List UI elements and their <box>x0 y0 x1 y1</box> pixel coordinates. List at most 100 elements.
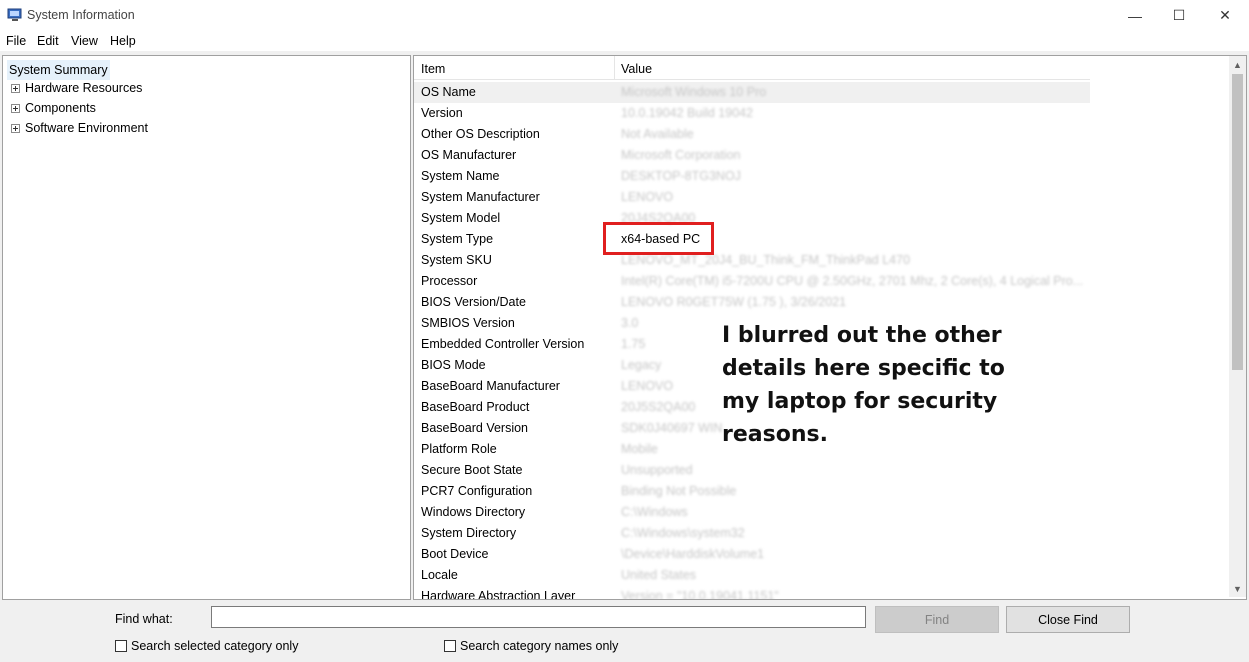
row-item-label: Version <box>421 106 463 120</box>
vertical-scrollbar[interactable]: ▲ ▼ <box>1229 56 1246 597</box>
row-item-label: Processor <box>421 274 478 288</box>
search-category-names-checkbox[interactable] <box>444 640 456 652</box>
table-row[interactable]: System Name DESKTOP-8TG3NOJ <box>414 166 1090 187</box>
search-category-names-option[interactable]: Search category names only <box>444 639 618 653</box>
menu-view[interactable]: View <box>71 34 98 48</box>
details-list: Item Value OS Name Microsoft Windows 10 P… <box>413 55 1247 600</box>
tree-item-system-summary[interactable]: System Summary <box>7 60 110 80</box>
system-information-icon <box>7 8 23 22</box>
row-value-blurred: United States <box>621 568 697 582</box>
row-item-label: System Manufacturer <box>421 190 540 204</box>
row-item-label: BaseBoard Version <box>421 421 529 435</box>
table-row[interactable]: Locale United States <box>414 565 1090 586</box>
row-value-blurred: Not Available <box>621 127 694 141</box>
table-row[interactable]: PCR7 Configuration Binding Not Possible <box>414 481 1090 502</box>
table-row[interactable]: Hardware Abstraction Layer Version = "10.… <box>414 586 1090 600</box>
tree-item-components[interactable]: Components <box>3 98 96 118</box>
row-item-label: Locale <box>421 568 458 582</box>
table-row[interactable]: BIOS Version/Date LENOVO R0GET75W (1.75 )… <box>414 292 1090 313</box>
row-value-blurred: 1.75 <box>621 337 646 351</box>
row-item-label: BIOS Version/Date <box>421 295 526 309</box>
scroll-up-arrow-icon[interactable]: ▲ <box>1229 56 1246 73</box>
column-divider[interactable] <box>614 56 615 79</box>
close-button[interactable]: ✕ <box>1202 0 1248 31</box>
row-value-blurred: Binding Not Possible <box>621 484 737 498</box>
row-item-label: PCR7 Configuration <box>421 484 533 498</box>
row-value-blurred: 20J5S2QA00 <box>621 400 696 414</box>
row-value-blurred: Version = "10.0.19041.1151" <box>621 589 779 600</box>
row-item-label: System Name <box>421 169 500 183</box>
tree-item-label: Software Environment <box>25 121 148 135</box>
find-what-label: Find what: <box>115 612 173 626</box>
table-row[interactable]: OS Manufacturer Microsoft Corporation <box>414 145 1090 166</box>
menu-edit[interactable]: Edit <box>37 34 59 48</box>
row-item-label: Embedded Controller Version <box>421 337 585 351</box>
row-value-blurred: Intel(R) Core(TM) i5-7200U CPU @ 2.50GHz… <box>621 274 1084 288</box>
row-item-label: BaseBoard Product <box>421 400 530 414</box>
table-row[interactable]: Version 10.0.19042 Build 19042 <box>414 103 1090 124</box>
table-row[interactable]: System Type x64-based PC <box>414 229 1090 250</box>
table-row[interactable]: System Directory C:\Windows\system32 <box>414 523 1090 544</box>
scroll-down-arrow-icon[interactable]: ▼ <box>1229 580 1246 597</box>
row-item-label: Hardware Abstraction Layer <box>421 589 576 600</box>
menu-bar: File Edit View Help <box>0 31 1249 51</box>
row-item-label: OS Manufacturer <box>421 148 517 162</box>
tree-item-software-environment[interactable]: Software Environment <box>3 118 148 138</box>
search-selected-category-label: Search selected category only <box>131 639 299 653</box>
find-bar: Find what: Find Close Find Search select… <box>0 600 1249 662</box>
table-row[interactable]: Processor Intel(R) Core(TM) i5-7200U CPU … <box>414 271 1090 292</box>
row-value-blurred: Mobile <box>621 442 658 456</box>
tree-item-label: Hardware Resources <box>25 81 143 95</box>
table-row[interactable]: System Model 20J4S2QA00 <box>414 208 1090 229</box>
row-item-label: System Model <box>421 211 501 225</box>
close-find-button[interactable]: Close Find <box>1006 606 1130 633</box>
expand-plus-icon[interactable] <box>11 83 20 93</box>
expand-plus-icon[interactable] <box>11 123 20 133</box>
row-item-label: OS Name <box>421 85 476 99</box>
scroll-thumb[interactable] <box>1232 74 1243 370</box>
table-row[interactable]: System SKU LENOVO_MT_20J4_BU_Think_FM_Thi… <box>414 250 1090 271</box>
menu-help[interactable]: Help <box>110 34 136 48</box>
row-value-blurred: \Device\HarddiskVolume1 <box>621 547 765 561</box>
column-header-value[interactable]: Value <box>621 62 652 76</box>
row-item-label: System Directory <box>421 526 517 540</box>
row-value-blurred: DESKTOP-8TG3NOJ <box>621 169 741 183</box>
table-row[interactable]: Boot Device \Device\HarddiskVolume1 <box>414 544 1090 565</box>
row-item-label: System Type <box>421 232 494 246</box>
find-button[interactable]: Find <box>875 606 999 633</box>
row-value-blurred: 3.0 <box>621 316 639 330</box>
row-value-blurred: LENOVO R0GET75W (1.75 ), 3/26/2021 <box>621 295 847 309</box>
minimize-icon: — <box>1128 7 1142 24</box>
red-highlight-box <box>603 222 714 255</box>
expand-plus-icon[interactable] <box>11 103 20 113</box>
search-selected-category-checkbox[interactable] <box>115 640 127 652</box>
search-selected-category-option[interactable]: Search selected category only <box>115 639 298 653</box>
table-row[interactable]: Secure Boot State Unsupported <box>414 460 1090 481</box>
tree-item-hardware-resources[interactable]: Hardware Resources <box>3 78 142 98</box>
list-header: Item Value <box>414 56 1090 80</box>
maximize-button[interactable]: ☐ <box>1156 0 1202 31</box>
row-item-label: System SKU <box>421 253 492 267</box>
annotation-note: I blurred out the other details here spe… <box>722 323 1005 447</box>
row-value-blurred: Microsoft Corporation <box>621 148 741 162</box>
minimize-button[interactable]: — <box>1112 0 1158 31</box>
table-row[interactable]: System Manufacturer LENOVO <box>414 187 1090 208</box>
row-item-label: Secure Boot State <box>421 463 523 477</box>
maximize-icon: ☐ <box>1172 7 1186 23</box>
row-value-blurred: LENOVO <box>621 379 674 393</box>
row-item-label: BIOS Mode <box>421 358 486 372</box>
table-row[interactable]: OS Name Microsoft Windows 10 Pro <box>414 82 1090 103</box>
table-row[interactable]: Other OS Description Not Available <box>414 124 1090 145</box>
find-what-input[interactable] <box>211 606 866 628</box>
table-row[interactable]: Windows Directory C:\Windows <box>414 502 1090 523</box>
row-value-blurred: C:\Windows <box>621 505 688 519</box>
row-value-blurred: 10.0.19042 Build 19042 <box>621 106 754 120</box>
search-category-names-label: Search category names only <box>460 639 619 653</box>
column-header-item[interactable]: Item <box>421 62 445 76</box>
row-item-label: BaseBoard Manufacturer <box>421 379 560 393</box>
row-value-blurred: Microsoft Windows 10 Pro <box>621 85 767 99</box>
row-item-label: Other OS Description <box>421 127 540 141</box>
close-icon: ✕ <box>1219 7 1231 23</box>
menu-file[interactable]: File <box>6 34 26 48</box>
row-value-blurred: LENOVO <box>621 190 674 204</box>
